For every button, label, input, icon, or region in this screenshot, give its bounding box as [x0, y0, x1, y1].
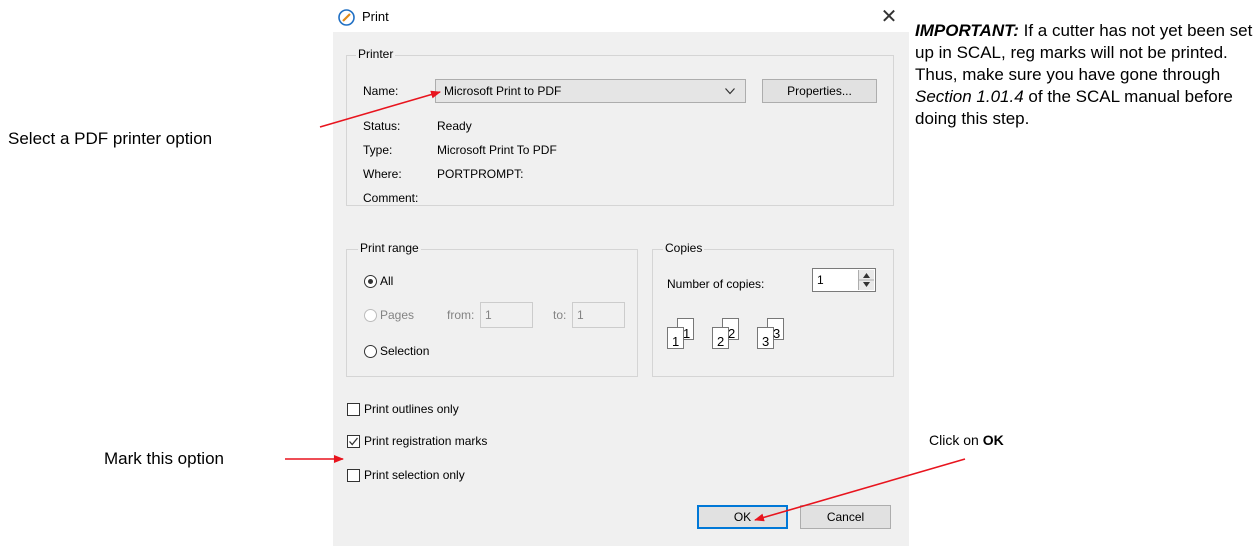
arrow-to-ok-button — [754, 458, 966, 522]
arrow-to-printer-name — [319, 90, 441, 128]
annotation-arrows — [285, 90, 966, 522]
